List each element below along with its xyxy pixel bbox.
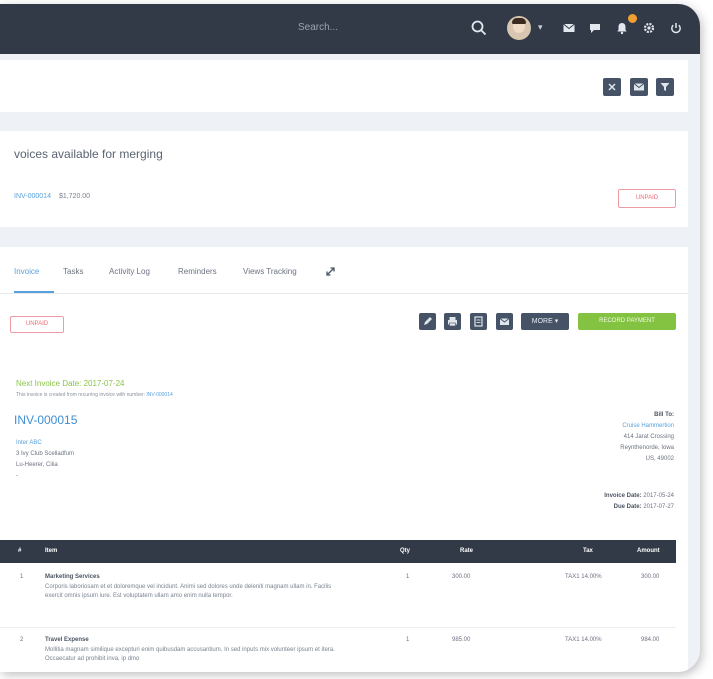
company-address: Inter ABC 3 Ivy Club Scelladfum Lu-Heere… bbox=[16, 438, 74, 482]
edit-button[interactable] bbox=[419, 313, 436, 330]
tabs-divider bbox=[0, 293, 688, 294]
header-amount: Amount bbox=[637, 548, 660, 554]
chevron-down-icon: ▾ bbox=[554, 318, 559, 325]
row-item-title: Travel Expense bbox=[45, 637, 89, 643]
search-input[interactable]: Search... bbox=[298, 22, 338, 33]
due-date: 2017-07-27 bbox=[643, 504, 674, 510]
company-name[interactable]: Inter ABC bbox=[16, 438, 74, 449]
close-icon bbox=[608, 83, 616, 91]
row-qty: 1 bbox=[406, 574, 410, 580]
row-number: 1 bbox=[20, 574, 24, 580]
send-email-button[interactable] bbox=[496, 313, 513, 330]
search-icon[interactable] bbox=[470, 19, 488, 37]
more-dropdown-button[interactable]: MORE ▾ bbox=[521, 313, 569, 330]
row-tax: TAX1 14.00% bbox=[565, 637, 602, 643]
recurring-note-text: This invoice is created from recurring i… bbox=[16, 392, 145, 398]
invoice-date-label: Invoice Date: bbox=[604, 493, 642, 499]
pdf-icon bbox=[474, 316, 483, 327]
bill-to-client[interactable]: Cruise Hammertion bbox=[620, 421, 674, 432]
row-amount: 300.00 bbox=[641, 574, 660, 580]
pdf-button[interactable] bbox=[470, 313, 487, 330]
app-window: Search... ▾ voices available for merging… bbox=[0, 4, 700, 672]
recurring-note: This invoice is created from recurring i… bbox=[16, 392, 173, 398]
edit-icon bbox=[424, 317, 432, 325]
email-icon bbox=[499, 318, 510, 325]
merge-status-badge: UNPAID bbox=[618, 189, 676, 208]
header-qty: Qty bbox=[400, 548, 411, 554]
due-date-label: Due Date: bbox=[613, 504, 642, 510]
bill-to-line1: 414 Jarat Crossing bbox=[623, 434, 674, 440]
row-item-description: Corporis laboriosam et et doloremque vel… bbox=[45, 584, 332, 599]
merge-invoice-amount: $1,720.00 bbox=[58, 193, 91, 200]
company-address-line1: 3 Ivy Club Scelladfum bbox=[16, 451, 75, 457]
mail-icon bbox=[633, 83, 645, 91]
email-button[interactable] bbox=[630, 78, 648, 96]
header-item: Item bbox=[45, 548, 58, 554]
next-invoice-date: Next Invoice Date: 2017-07-24 bbox=[16, 379, 125, 388]
merge-notice: voices available for merging INV-000014 … bbox=[0, 131, 688, 227]
bell-icon[interactable] bbox=[615, 21, 629, 35]
invoice-status-badge: UNPAID bbox=[10, 316, 64, 333]
row-qty: 1 bbox=[406, 637, 410, 643]
gear-icon[interactable] bbox=[642, 21, 656, 35]
merge-invoice-link[interactable]: INV-000014 bbox=[14, 193, 51, 200]
chat-icon[interactable] bbox=[588, 21, 602, 35]
bill-to-line2: Reynthenorde, Iowa bbox=[620, 445, 674, 451]
power-icon[interactable] bbox=[669, 21, 683, 35]
chevron-down-icon[interactable]: ▾ bbox=[538, 22, 543, 33]
notification-badge bbox=[628, 14, 637, 23]
row-item-description: Mollitia magnam similique excepturi enim… bbox=[45, 647, 335, 662]
recurring-invoice-link[interactable]: INV-000014 bbox=[146, 392, 172, 398]
invoice-date-row: Invoice Date: 2017-05-24 bbox=[604, 491, 674, 502]
row-rate: 300.00 bbox=[452, 574, 471, 580]
top-navbar: Search... ▾ bbox=[0, 4, 700, 54]
tab-views-tracking[interactable]: Views Tracking bbox=[243, 267, 297, 276]
header-tax: Tax bbox=[583, 548, 593, 554]
avatar[interactable] bbox=[507, 16, 531, 40]
due-date-row: Due Date: 2017-07-27 bbox=[604, 502, 674, 513]
header-number: # bbox=[18, 548, 22, 554]
expand-icon[interactable] bbox=[325, 266, 336, 277]
avatar-hair bbox=[512, 18, 526, 24]
header-rate: Rate bbox=[460, 548, 474, 554]
company-address-line2: Lu-Heerer, Cilia bbox=[16, 462, 58, 468]
bill-to-label: Bill To: bbox=[654, 412, 674, 418]
record-payment-button[interactable]: RECORD PAYMENT bbox=[578, 313, 676, 330]
filter-icon bbox=[660, 83, 670, 91]
tab-tasks[interactable]: Tasks bbox=[63, 267, 83, 276]
bill-to-line3: US, 49002 bbox=[645, 456, 674, 462]
invoice-date: 2017-05-24 bbox=[643, 493, 674, 499]
row-rate: 985.00 bbox=[452, 637, 471, 643]
close-button[interactable] bbox=[603, 78, 621, 96]
print-button[interactable] bbox=[444, 313, 461, 330]
row-amount: 984.00 bbox=[641, 637, 660, 643]
tab-activity-log[interactable]: Activity Log bbox=[109, 267, 150, 276]
page-toolbar bbox=[0, 60, 688, 112]
merge-invoice-row: INV-000014 $1,720.00 bbox=[14, 193, 90, 200]
print-icon bbox=[448, 317, 457, 327]
items-table-header: # Item Qty Rate Tax Amount bbox=[0, 540, 676, 563]
company-address-line3: - bbox=[16, 473, 18, 479]
bill-to-block: Bill To: Cruise Hammertion 414 Jarat Cro… bbox=[620, 410, 674, 465]
merge-title: voices available for merging bbox=[14, 147, 163, 161]
row-divider bbox=[0, 627, 676, 628]
tab-reminders[interactable]: Reminders bbox=[178, 267, 217, 276]
row-number: 2 bbox=[20, 637, 24, 643]
invoice-panel: Invoice Tasks Activity Log Reminders Vie… bbox=[0, 247, 688, 672]
tab-invoice[interactable]: Invoice bbox=[14, 267, 39, 276]
envelope-icon[interactable] bbox=[562, 21, 576, 35]
invoice-dates: Invoice Date: 2017-05-24 Due Date: 2017-… bbox=[604, 491, 674, 513]
row-tax: TAX1 14.00% bbox=[565, 574, 602, 580]
more-label: MORE bbox=[531, 318, 553, 325]
invoice-number: INV-000015 bbox=[14, 413, 78, 427]
row-item-title: Marketing Services bbox=[45, 574, 100, 580]
filter-button[interactable] bbox=[656, 78, 674, 96]
